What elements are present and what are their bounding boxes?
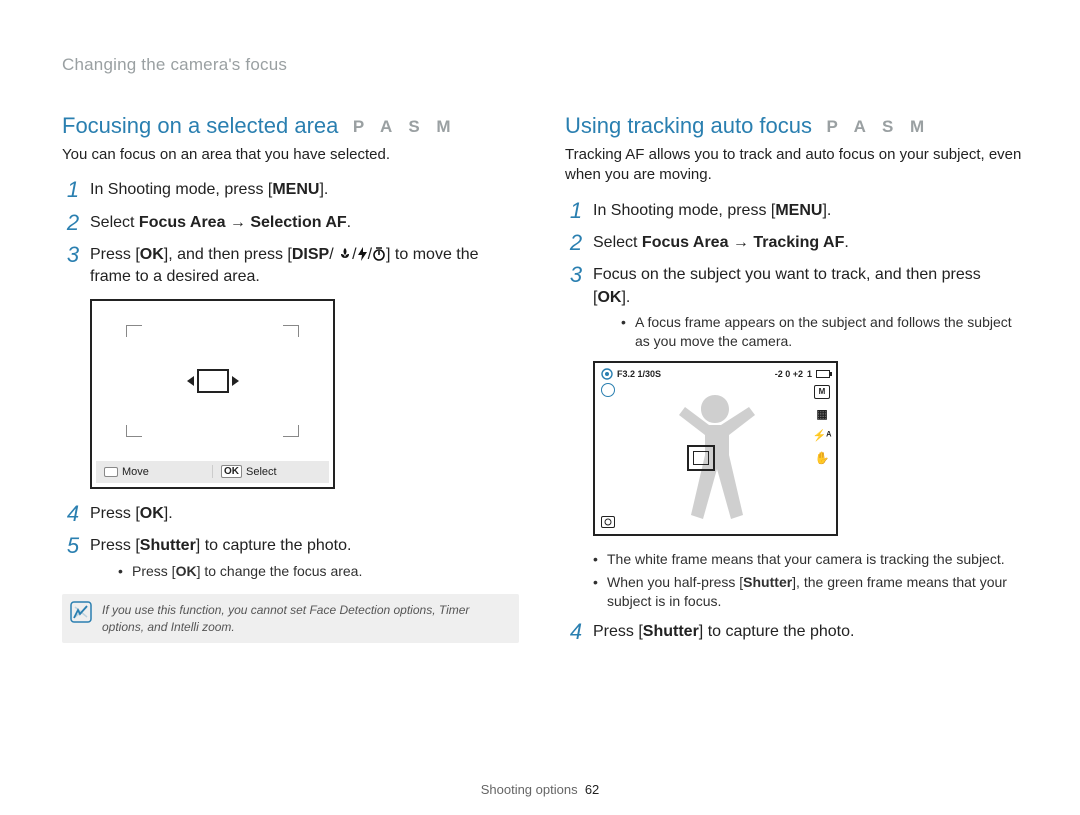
select-label: Select <box>246 466 277 478</box>
shot-count: 1 <box>807 369 812 379</box>
arrow-right-icon <box>232 376 239 386</box>
frame-corner-icon <box>283 425 299 437</box>
step-2: Select Focus Area → Selection AF. <box>62 212 519 234</box>
substep: The white frame means that your camera i… <box>593 550 1022 569</box>
ok-button-label: OK <box>176 563 197 579</box>
note-icon <box>70 601 92 623</box>
flash-auto-icon: ⚡ᴬ <box>814 429 830 443</box>
page-footer: Shooting options 62 <box>0 782 1080 797</box>
step-text: . <box>844 234 848 251</box>
step-text: ], and then press [ <box>164 246 292 263</box>
ok-button-label: OK <box>140 505 164 522</box>
step-4: Press [OK]. <box>62 503 519 525</box>
move-label: Move <box>122 466 149 478</box>
tracking-af-screen: F3.2 1/30S -2 0 +2 1 M ▦ ⚡ᴬ ✋ <box>593 361 838 536</box>
slash-separator: / <box>329 246 333 263</box>
note-box: If you use this function, you cannot set… <box>62 594 519 642</box>
step-text: Press [ <box>90 505 140 522</box>
step-2: Select Focus Area → Tracking AF. <box>565 232 1022 254</box>
shutter-label: Shutter <box>643 623 699 640</box>
mode-indicator: P A S M <box>353 117 457 137</box>
step-text: Focus on the subject you want to track, … <box>593 266 981 305</box>
footer-section: Shooting options <box>481 782 578 797</box>
step-text: ] to capture the photo. <box>196 537 352 554</box>
step-text: ]. <box>822 202 831 219</box>
frame-corner-icon <box>126 325 142 337</box>
square-icon: ▦ <box>814 407 830 421</box>
page-number: 62 <box>585 782 599 797</box>
frame-corner-icon <box>126 425 142 437</box>
tracking-af-label: Tracking AF <box>753 234 844 251</box>
section-title-selection-af: Focusing on a selected area <box>62 113 338 139</box>
step-text: Select <box>593 234 642 251</box>
arrow-left-icon <box>187 376 194 386</box>
step-text: . <box>347 214 351 231</box>
menu-button-label: MENU <box>775 202 822 219</box>
step-text: In Shooting mode, press [ <box>90 181 272 198</box>
selection-af-screen: Move OK Select <box>90 299 335 489</box>
menu-button-label: MENU <box>272 181 319 198</box>
step-text: In Shooting mode, press [ <box>593 202 775 219</box>
left-column: Focusing on a selected area P A S M You … <box>62 113 519 653</box>
right-column: Using tracking auto focus P A S M Tracki… <box>565 113 1022 653</box>
tracking-frame <box>687 445 715 471</box>
timer-icon <box>372 247 386 261</box>
step-5: Press [Shutter] to capture the photo. Pr… <box>62 535 519 580</box>
shutter-label: Shutter <box>743 574 792 590</box>
step-text: ] to capture the photo. <box>699 623 855 640</box>
section-title-tracking-af: Using tracking auto focus <box>565 113 812 139</box>
mode-dot-icon <box>601 368 613 380</box>
step-text: Press [ <box>593 623 643 640</box>
ok-button-label: OK <box>597 289 621 306</box>
arrow-icon: → <box>728 234 753 251</box>
step-text: ]. <box>319 181 328 198</box>
step-1: In Shooting mode, press [MENU]. <box>62 179 519 201</box>
aperture-shutter-readout: F3.2 1/30S <box>617 369 661 379</box>
intro-text: You can focus on an area that you have s… <box>62 145 519 165</box>
shutter-label: Shutter <box>140 537 196 554</box>
intro-text: Tracking AF allows you to track and auto… <box>565 145 1022 186</box>
ok-button-label: OK <box>140 246 164 263</box>
mode-indicator: P A S M <box>826 117 930 137</box>
globe-icon <box>601 383 615 397</box>
breadcrumb: Changing the camera's focus <box>62 55 1022 75</box>
camera-icon <box>601 516 615 528</box>
substep: A focus frame appears on the subject and… <box>621 313 1022 351</box>
ois-icon: ✋ <box>814 451 830 465</box>
subject-silhouette-icon <box>645 385 785 530</box>
dpad-icon <box>104 467 118 477</box>
focus-area-label: Focus Area <box>642 234 729 251</box>
substep: Press [OK] to change the focus area. <box>118 562 519 581</box>
ev-scale: -2 0 +2 <box>775 369 803 379</box>
frame-corner-icon <box>283 325 299 337</box>
focus-area-label: Focus Area <box>139 214 226 231</box>
note-text: If you use this function, you cannot set… <box>102 603 469 633</box>
disp-button-label: DISP <box>292 246 329 263</box>
substep: When you half-press [Shutter], the green… <box>593 573 1022 611</box>
substep-text: When you half-press [ <box>607 574 743 590</box>
step-text: ]. <box>164 505 173 522</box>
substep-text: ] to change the focus area. <box>197 563 363 579</box>
substep-text: Press [ <box>132 563 176 579</box>
arrow-icon: → <box>225 214 250 231</box>
step-3: Press [OK], and then press [DISP/ //] to… <box>62 244 519 289</box>
flash-icon <box>357 247 368 261</box>
step-text: Press [ <box>90 246 140 263</box>
ok-chip-icon: OK <box>221 465 242 478</box>
af-selection-box <box>197 369 229 393</box>
step-3: Focus on the subject you want to track, … <box>565 264 1022 351</box>
step-text: Press [ <box>90 537 140 554</box>
step-text: Select <box>90 214 139 231</box>
macro-icon <box>338 247 352 261</box>
size-icon: M <box>814 385 830 399</box>
selection-af-label: Selection AF <box>250 214 346 231</box>
battery-icon <box>816 370 830 378</box>
step-text: ]. <box>621 289 630 306</box>
step-1: In Shooting mode, press [MENU]. <box>565 200 1022 222</box>
step-4: Press [Shutter] to capture the photo. <box>565 621 1022 643</box>
